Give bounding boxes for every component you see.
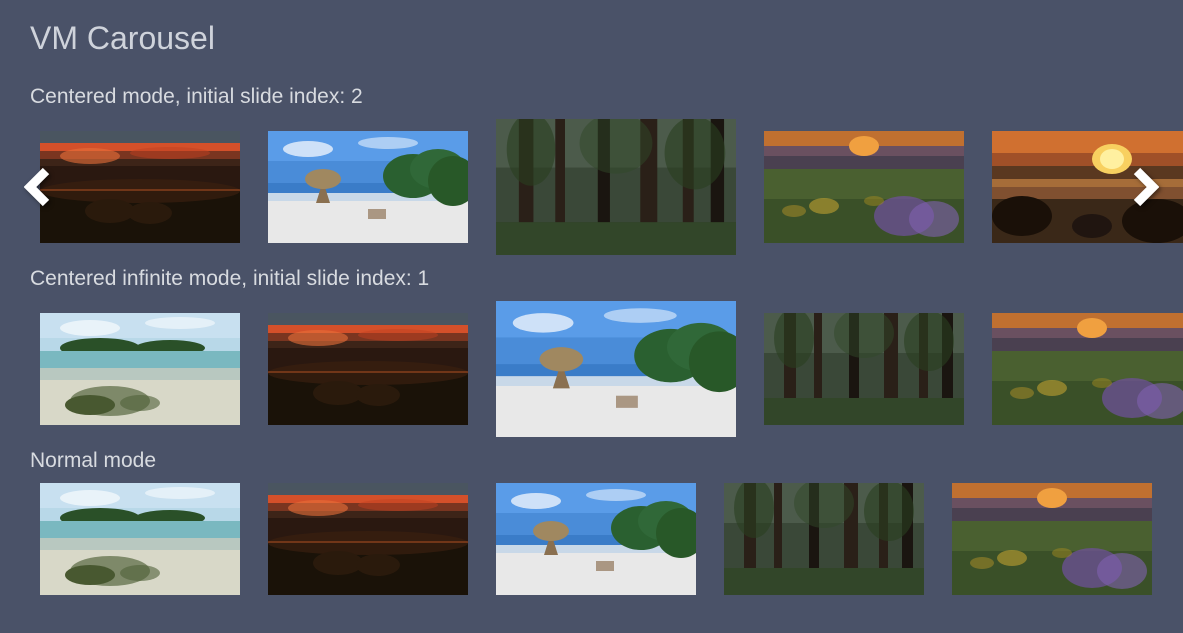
- carousel: [30, 301, 1153, 437]
- meadow-flowers-image: [992, 313, 1183, 425]
- meadow-flowers-image: [952, 483, 1152, 595]
- chevron-left-icon[interactable]: [20, 163, 56, 211]
- carousel-slide[interactable]: [40, 131, 240, 243]
- carousel-slide[interactable]: [496, 119, 736, 255]
- tropical-beach-image: [40, 483, 240, 595]
- carousel-slide[interactable]: [40, 483, 240, 595]
- carousel-title: Normal mode: [30, 449, 1153, 473]
- carousel-slide[interactable]: [764, 131, 964, 243]
- tropical-beach-image: [40, 313, 240, 425]
- carousel-title: Centered mode, initial slide index: 2: [30, 85, 1153, 109]
- carousel-slide[interactable]: [496, 301, 736, 437]
- carousel-slide[interactable]: [268, 313, 468, 425]
- carousel-title: Centered infinite mode, initial slide in…: [30, 267, 1153, 291]
- sunset-pipes-image: [268, 483, 468, 595]
- carousel-slide[interactable]: [40, 313, 240, 425]
- carousel-slide[interactable]: [992, 313, 1183, 425]
- carousel: [30, 483, 1153, 595]
- carousel-track: [30, 301, 1153, 437]
- carousel-slide[interactable]: [724, 483, 924, 595]
- carousel-slide[interactable]: [952, 483, 1152, 595]
- beach-umbrella-image: [496, 483, 696, 595]
- carousel-slide[interactable]: [268, 483, 468, 595]
- chevron-right-icon[interactable]: [1127, 163, 1163, 211]
- beach-umbrella-image: [268, 131, 468, 243]
- forest-path-image: [496, 119, 736, 255]
- carousel-slide[interactable]: [268, 131, 468, 243]
- sunset-pipes-image: [40, 131, 240, 243]
- carousel-track: [30, 119, 1153, 255]
- carousel: [30, 119, 1153, 255]
- carousel-track: [30, 483, 1153, 595]
- forest-path-image: [764, 313, 964, 425]
- carousel-slide[interactable]: [496, 483, 696, 595]
- meadow-flowers-image: [764, 131, 964, 243]
- carousel-slide[interactable]: [764, 313, 964, 425]
- forest-path-image: [724, 483, 924, 595]
- sunset-pipes-image: [268, 313, 468, 425]
- page-title: VM Carousel: [30, 20, 1153, 57]
- beach-umbrella-image: [496, 301, 736, 437]
